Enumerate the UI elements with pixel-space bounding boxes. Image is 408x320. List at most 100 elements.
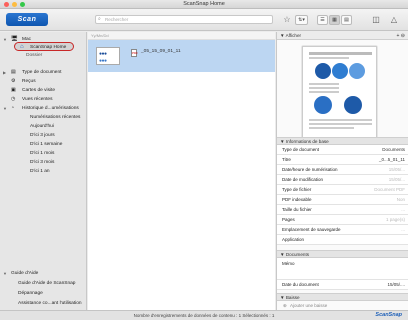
list-item[interactable]: ●●● ●●● PDF _05_15_09_01_11: [88, 40, 275, 72]
sidebar-item-history-2[interactable]: D'ici 3 jours: [0, 131, 87, 140]
notification-icon[interactable]: △: [390, 15, 398, 25]
toolbar: Scan ⌕ Rechercher ☆ ⇅▾ ☰ ▦ ▤ ◫ △: [0, 9, 408, 31]
detail-panel: ▼ Afficher + ⊖ ▼ Informations de base Ty…: [276, 32, 408, 311]
sidebar-item-help-0[interactable]: Guide d'Aide de ScanSnap: [0, 279, 87, 288]
file-name: _05_15_09_01_11: [141, 49, 181, 54]
panel-icon[interactable]: ◫: [372, 15, 380, 25]
property-row[interactable]: PDF indexable Non: [277, 195, 408, 205]
property-value: _0...5_01_11: [379, 157, 405, 162]
sidebar-item-label: Cartes de visite: [22, 88, 56, 93]
sidebar-item-help-1[interactable]: Dépannage: [0, 289, 87, 298]
sort-icon[interactable]: ⇅▾: [295, 15, 308, 25]
memo-row[interactable]: Mémo: [277, 258, 408, 280]
property-row[interactable]: Emplacement de sauvegarde ...: [277, 225, 408, 235]
sidebar-item-label: D'ici 1 semaine: [30, 142, 63, 147]
sidebar-item-history-0[interactable]: Numérisations récentes: [0, 113, 87, 122]
sidebar-item-label: D'ici 1 mois: [30, 151, 55, 156]
property-key: Type de fichier: [282, 187, 312, 192]
property-row[interactable]: Application: [277, 235, 408, 245]
minimize-icon[interactable]: [12, 2, 17, 7]
sidebar-item-label: D'ici 3 mois: [30, 160, 55, 165]
property-row[interactable]: Date/heure de numérisation 15/05/...: [277, 165, 408, 175]
property-row[interactable]: Type de document Documents: [277, 145, 408, 155]
status-bar: Nombre d'enregistrements de données de c…: [0, 310, 408, 320]
section-title: Baisse: [285, 295, 300, 300]
sidebar-item-label: Assistance co...ant l'utilisation: [18, 301, 82, 306]
sidebar-item-history-4[interactable]: D'ici 1 mois: [0, 149, 87, 158]
sidebar-item-hidden[interactable]: Dossier: [0, 51, 87, 60]
chevron-right-icon[interactable]: ▶: [3, 68, 6, 77]
search-input[interactable]: ⌕ Rechercher: [95, 15, 273, 24]
pdf-icon: PDF: [131, 49, 138, 57]
sidebar-item-label: Guide d'Aide de ScanSnap: [18, 281, 76, 286]
breadcrumb: Yy/Mn/Dd: [88, 32, 275, 40]
chevron-down-icon[interactable]: ▼: [3, 269, 7, 278]
sidebar-item-history[interactable]: ▼ ◔ Historique d...umérisations: [0, 104, 87, 113]
chart-icon: ●●●: [99, 51, 107, 57]
sidebar-item-label: D'ici 3 jours: [30, 133, 55, 138]
property-value: Document PDF: [374, 187, 405, 192]
sidebar-item-label: D'ici 1 an: [30, 169, 50, 174]
close-icon[interactable]: [4, 2, 9, 7]
sidebar-item-document-type[interactable]: ▶ ▤ Type de document: [0, 68, 87, 77]
search-placeholder: Rechercher: [105, 17, 129, 22]
sidebar-item-receipts[interactable]: ⚙ Reçus: [0, 77, 87, 86]
clock-icon: ◷: [11, 96, 16, 102]
property-row[interactable]: Titre _0...5_01_11: [277, 155, 408, 165]
document-icon: ▤: [11, 69, 16, 75]
property-key: Taille du fichier: [282, 207, 312, 212]
property-row[interactable]: Date de modification 15/05/...: [277, 175, 408, 185]
sidebar-item-business-cards[interactable]: ▣ Cartes de visite: [0, 86, 87, 95]
property-value: ...: [401, 207, 405, 212]
property-key: Emplacement de sauvegarde: [282, 227, 341, 232]
sidebar-item-history-1[interactable]: Aujourd'hui: [0, 122, 87, 131]
preview-header[interactable]: ▼ Afficher + ⊖: [277, 32, 408, 40]
sidebar-item-history-3[interactable]: D'ici 1 semaine: [0, 140, 87, 149]
sidebar-item-history-6[interactable]: D'ici 1 an: [0, 167, 87, 176]
preview-image: [309, 52, 372, 129]
sidebar: ▼ 🖥 Mac ⌂ ScanSnap Home Dossier ▶ ▤ Type…: [0, 32, 87, 310]
property-key: Titre: [282, 157, 291, 162]
scansnap-logo: ScanSnap: [375, 312, 402, 318]
sidebar-item-label: Dépannage: [18, 291, 43, 296]
section-title: Informations de base: [285, 139, 329, 144]
property-key: Date/heure de numérisation: [282, 167, 338, 172]
property-row[interactable]: Type de fichier Document PDF: [277, 185, 408, 195]
property-row[interactable]: Date du document 15/05/....: [277, 280, 408, 290]
info-section-header[interactable]: ▼ Informations de base: [277, 137, 408, 145]
sidebar-item-label: Reçus: [22, 79, 36, 84]
history-icon: ◔: [11, 105, 15, 111]
sidebar-item-label: Guide d'Aide: [11, 271, 39, 276]
sidebar-item-history-5[interactable]: D'ici 3 mois: [0, 158, 87, 167]
property-row[interactable]: Taille du fichier ...: [277, 205, 408, 215]
sidebar-item-help[interactable]: ▼ Guide d'Aide: [0, 269, 87, 278]
large-thumbnail-view-icon[interactable]: ▤: [341, 15, 352, 25]
sidebar-item-label: Vues récentes: [22, 97, 53, 102]
sidebar-item-label: Historique d...umérisations: [22, 106, 79, 111]
property-value: 15/05/...: [388, 177, 405, 182]
receipt-icon: ⚙: [11, 78, 16, 84]
sidebar-item-recent-views[interactable]: ◷ Vues récentes: [0, 95, 87, 104]
property-value: Non: [396, 197, 405, 202]
baisse-section-header[interactable]: ▼ Baisse: [277, 293, 408, 301]
window-title: ScanSnap Home: [183, 1, 225, 7]
zoom-controls-icon[interactable]: + ⊖: [397, 32, 406, 40]
documents-section-header[interactable]: ▼ Documents: [277, 250, 408, 258]
list-view-icon[interactable]: ☰: [317, 15, 328, 25]
document-preview: [302, 46, 377, 139]
status-text: Nombre d'enregistrements de données de c…: [133, 313, 275, 318]
thumbnail-view-icon[interactable]: ▦: [329, 15, 340, 25]
sidebar-item-label: Dossier: [26, 53, 43, 58]
property-value: 15/05/....: [387, 282, 405, 287]
property-key: PDF indexable: [282, 197, 312, 202]
section-title: Afficher: [285, 33, 302, 38]
property-key: Date du document: [282, 282, 319, 287]
star-icon[interactable]: ☆: [283, 15, 291, 25]
property-key: Pages: [282, 217, 295, 222]
sidebar-item-help-2[interactable]: Assistance co...ant l'utilisation: [0, 299, 87, 308]
search-icon: ⌕: [98, 16, 101, 22]
chevron-down-icon[interactable]: ▼: [3, 104, 7, 113]
property-row[interactable]: Pages 1 page(s): [277, 215, 408, 225]
scan-button[interactable]: Scan: [6, 13, 48, 26]
zoom-icon[interactable]: [20, 2, 25, 7]
